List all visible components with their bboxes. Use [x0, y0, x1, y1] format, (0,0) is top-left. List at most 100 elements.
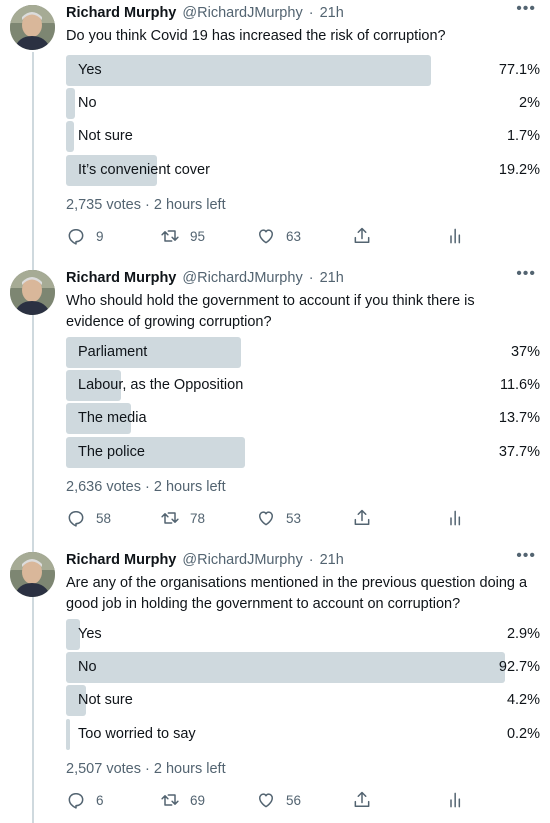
poll-votes: 2,735 votes · 2 hours left	[66, 197, 226, 213]
like-count: 53	[286, 510, 302, 526]
poll-option: Labour, as the Opposition 11.6%	[66, 370, 540, 401]
reply-button[interactable]: 9	[66, 225, 104, 247]
poll-option-label: Parliament	[78, 344, 148, 360]
like-count: 63	[286, 228, 302, 244]
retweet-count: 95	[190, 228, 206, 244]
poll-bar	[66, 121, 74, 152]
poll-option-percent: 2.9%	[506, 626, 540, 642]
poll-option: Parliament 37%	[66, 337, 540, 368]
poll-option-label: The police	[78, 444, 145, 460]
poll-option-percent: 2%	[519, 95, 540, 111]
poll-option-percent: 77.1%	[498, 62, 540, 78]
author-handle[interactable]: @RichardJMurphy	[182, 552, 302, 568]
retweet-count: 78	[190, 510, 206, 526]
poll-question: Who should hold the government to accoun…	[66, 293, 475, 330]
analytics-button[interactable]	[446, 225, 466, 247]
share-icon	[352, 226, 372, 246]
poll-question: Are any of the organisations mentioned i…	[66, 575, 528, 612]
poll-option-percent: 4.2%	[506, 692, 540, 708]
like-button[interactable]: 56	[256, 789, 301, 811]
poll-option: No 92.7%	[66, 652, 540, 683]
tweet-header: Richard Murphy @RichardJMurphy · 21h	[66, 270, 344, 286]
reply-count: 9	[96, 228, 104, 244]
author-name[interactable]: Richard Murphy	[66, 270, 176, 286]
share-button[interactable]	[352, 789, 372, 811]
poll-option: Not sure 1.7%	[66, 121, 540, 152]
analytics-button[interactable]	[446, 507, 466, 529]
reply-count: 58	[96, 510, 112, 526]
avatar[interactable]	[10, 270, 55, 315]
reply-button[interactable]: 58	[66, 507, 111, 529]
poll-option-label: No	[78, 95, 97, 111]
poll-option-label: Not sure	[78, 128, 133, 144]
poll-tweet-3[interactable]: Richard Murphy @RichardJMurphy · 21h •••…	[0, 547, 550, 823]
tweet-time[interactable]: 21h	[320, 270, 344, 286]
like-icon	[256, 790, 276, 810]
poll-tweet-1[interactable]: Richard Murphy @RichardJMurphy · 21h •••…	[0, 0, 550, 285]
more-icon[interactable]: •••	[516, 0, 536, 18]
poll-option: Yes 77.1%	[66, 55, 540, 86]
retweet-icon	[160, 790, 180, 810]
poll-option-percent: 19.2%	[498, 162, 540, 178]
tweet-time[interactable]: 21h	[320, 5, 344, 21]
author-name[interactable]: Richard Murphy	[66, 5, 176, 21]
analytics-icon	[446, 226, 466, 246]
share-button[interactable]	[352, 507, 372, 529]
share-icon	[352, 508, 372, 528]
poll-votes: 2,636 votes · 2 hours left	[66, 479, 226, 495]
tweet-header: Richard Murphy @RichardJMurphy · 21h	[66, 552, 344, 568]
retweet-count: 69	[190, 792, 206, 808]
poll-option-label: Not sure	[78, 692, 133, 708]
analytics-icon	[446, 508, 466, 528]
poll-option-percent: 1.7%	[506, 128, 540, 144]
poll-option-percent: 13.7%	[498, 410, 540, 426]
avatar[interactable]	[10, 5, 55, 50]
poll-option-percent: 11.6%	[499, 377, 540, 393]
poll-option-percent: 37.7%	[498, 444, 540, 460]
like-button[interactable]: 63	[256, 225, 301, 247]
like-count: 56	[286, 792, 302, 808]
retweet-button[interactable]: 78	[160, 507, 205, 529]
poll-option-percent: 92.7%	[498, 659, 540, 675]
poll-option: No 2%	[66, 88, 540, 119]
poll-option-percent: 0.2%	[506, 726, 540, 742]
poll-option: Not sure 4.2%	[66, 685, 540, 716]
tweet-header: Richard Murphy @RichardJMurphy · 21h	[66, 5, 344, 21]
tweet-actions: 6 69 56	[66, 789, 486, 811]
like-icon	[256, 508, 276, 528]
avatar[interactable]	[10, 552, 55, 597]
author-name[interactable]: Richard Murphy	[66, 552, 176, 568]
like-button[interactable]: 53	[256, 507, 301, 529]
poll-bar	[66, 719, 70, 750]
retweet-button[interactable]: 95	[160, 225, 205, 247]
author-handle[interactable]: @RichardJMurphy	[182, 5, 302, 21]
reply-icon	[66, 508, 86, 528]
poll-option-label: Too worried to say	[78, 726, 196, 742]
poll-option-percent: 37%	[510, 344, 540, 360]
tweet-actions: 58 78 53	[66, 507, 486, 529]
poll-option: It’s convenient cover 19.2%	[66, 155, 540, 186]
poll-bar	[66, 88, 75, 119]
tweet-actions: 9 95 63	[66, 225, 486, 247]
reply-count: 6	[96, 792, 104, 808]
poll-option: The media 13.7%	[66, 403, 540, 434]
reply-icon	[66, 226, 86, 246]
author-handle[interactable]: @RichardJMurphy	[182, 270, 302, 286]
share-button[interactable]	[352, 225, 372, 247]
poll-option-label: Labour, as the Opposition	[78, 377, 244, 393]
more-icon[interactable]: •••	[516, 547, 536, 565]
share-icon	[352, 790, 372, 810]
tweet-time[interactable]: 21h	[320, 552, 344, 568]
reply-icon	[66, 790, 86, 810]
more-icon[interactable]: •••	[516, 265, 536, 283]
poll-question: Do you think Covid 19 has increased the …	[66, 28, 446, 44]
analytics-icon	[446, 790, 466, 810]
poll-option-label: The media	[78, 410, 147, 426]
poll-option-label: No	[78, 659, 97, 675]
reply-button[interactable]: 6	[66, 789, 104, 811]
poll-tweet-2[interactable]: Richard Murphy @RichardJMurphy · 21h •••…	[0, 265, 550, 550]
analytics-button[interactable]	[446, 789, 466, 811]
retweet-button[interactable]: 69	[160, 789, 205, 811]
poll-bar	[66, 55, 431, 86]
poll-bar	[66, 652, 505, 683]
